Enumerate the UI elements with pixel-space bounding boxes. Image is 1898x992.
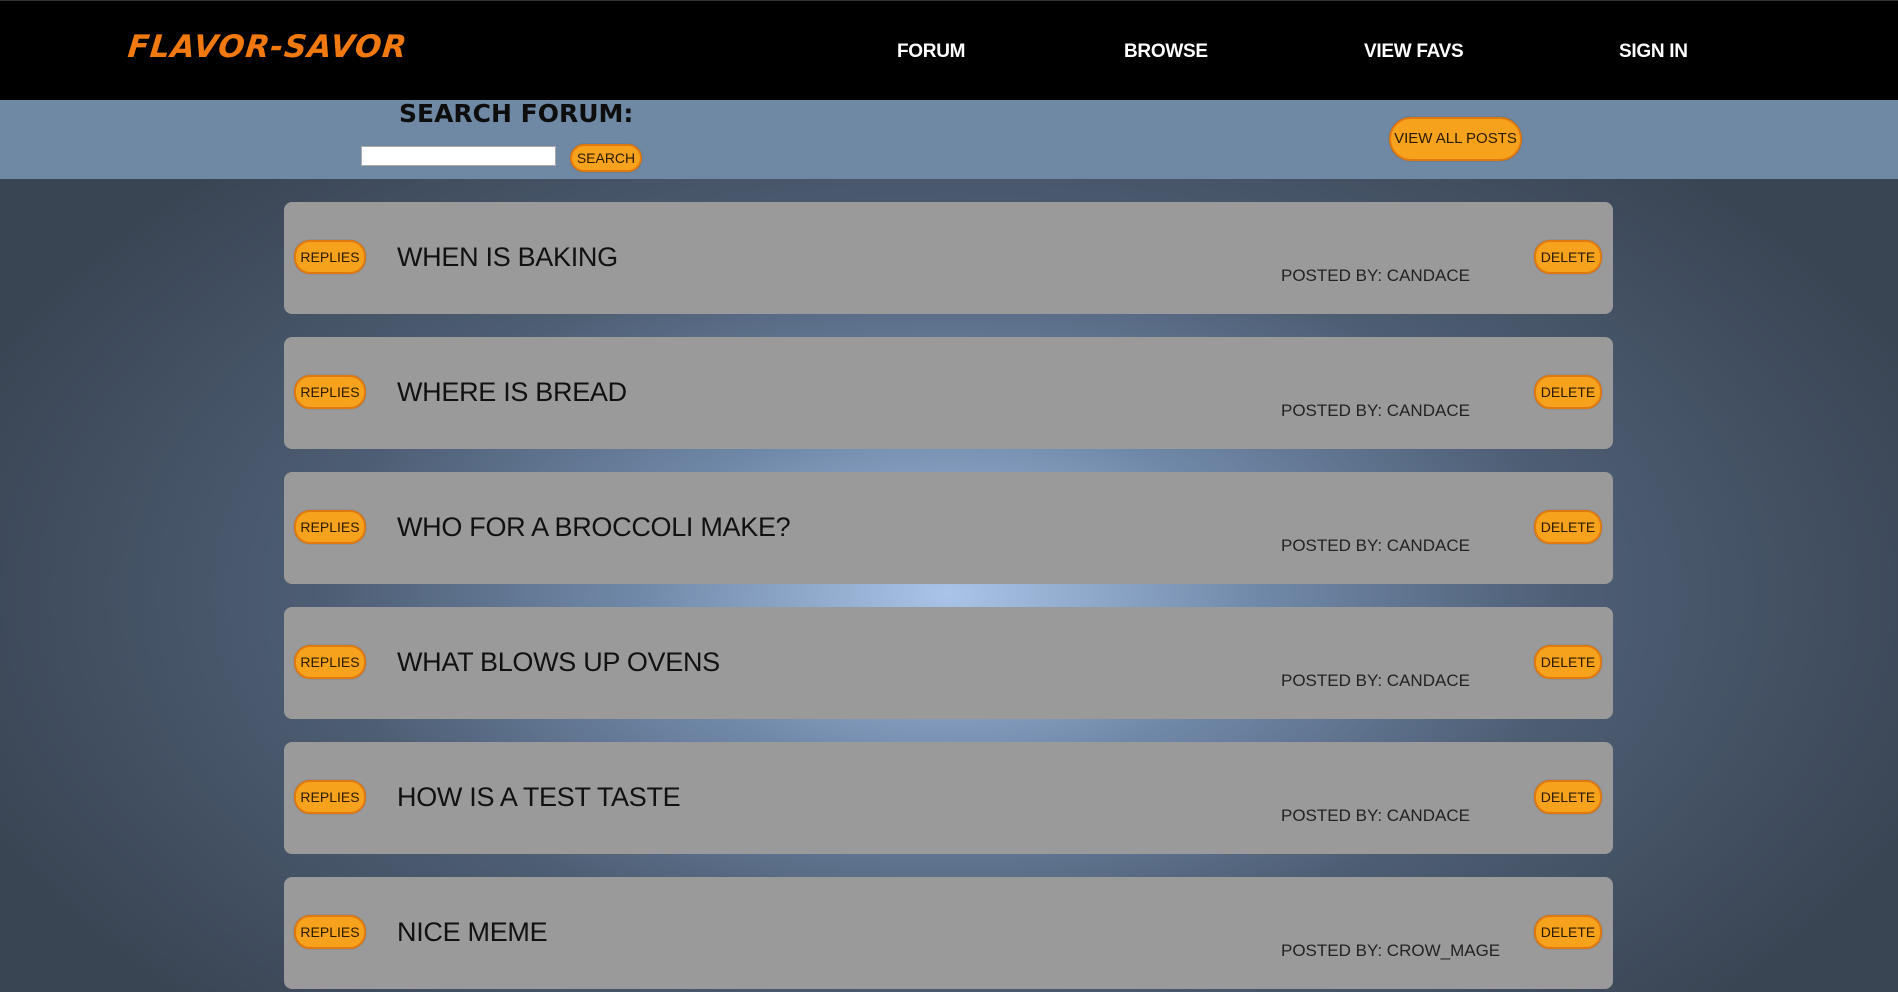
search-button[interactable]: SEARCH	[570, 144, 642, 172]
site-logo[interactable]: FLAVOR-SAVOR	[126, 29, 409, 65]
top-navbar: FLAVOR-SAVOR FORUM BROWSE VIEW FAVS SIGN…	[0, 0, 1898, 101]
post-author: POSTED BY: CANDACE	[1281, 671, 1470, 690]
delete-button[interactable]: DELETE	[1534, 780, 1602, 814]
post-card: REPLIES NICE MEME POSTED BY: CROW_MAGE D…	[284, 877, 1613, 989]
post-card: REPLIES WHO FOR A BROCCOLI MAKE? POSTED …	[284, 472, 1613, 584]
replies-button[interactable]: REPLIES	[294, 780, 366, 814]
replies-button[interactable]: REPLIES	[294, 240, 366, 274]
search-forum-title: SEARCH FORUM:	[399, 99, 634, 128]
post-card: REPLIES WHAT BLOWS UP OVENS POSTED BY: C…	[284, 607, 1613, 719]
nav-forum[interactable]: FORUM	[897, 41, 965, 63]
post-card: REPLIES WHERE IS BREAD POSTED BY: CANDAC…	[284, 337, 1613, 449]
replies-button[interactable]: REPLIES	[294, 915, 366, 949]
post-title[interactable]: HOW IS A TEST TASTE	[397, 782, 681, 813]
delete-button[interactable]: DELETE	[1534, 915, 1602, 949]
post-title[interactable]: WHO FOR A BROCCOLI MAKE?	[397, 512, 791, 543]
post-author: POSTED BY: CROW_MAGE	[1281, 941, 1501, 960]
nav-view-favs[interactable]: VIEW FAVS	[1364, 41, 1464, 63]
view-all-posts-button[interactable]: VIEW ALL POSTS	[1389, 117, 1522, 161]
nav-sign-in[interactable]: SIGN IN	[1619, 41, 1688, 63]
post-author: POSTED BY: CANDACE	[1281, 806, 1470, 825]
post-title[interactable]: NICE MEME	[397, 917, 548, 948]
search-input[interactable]	[361, 146, 556, 166]
delete-button[interactable]: DELETE	[1534, 375, 1602, 409]
replies-button[interactable]: REPLIES	[294, 510, 366, 544]
post-title[interactable]: WHERE IS BREAD	[397, 377, 627, 408]
replies-button[interactable]: REPLIES	[294, 645, 366, 679]
delete-button[interactable]: DELETE	[1534, 510, 1602, 544]
post-author: POSTED BY: CANDACE	[1281, 401, 1470, 420]
post-title[interactable]: WHEN IS BAKING	[397, 242, 618, 273]
post-card: REPLIES WHEN IS BAKING POSTED BY: CANDAC…	[284, 202, 1613, 314]
delete-button[interactable]: DELETE	[1534, 240, 1602, 274]
post-author: POSTED BY: CANDACE	[1281, 266, 1470, 285]
nav-browse[interactable]: BROWSE	[1124, 41, 1208, 63]
post-card: REPLIES HOW IS A TEST TASTE POSTED BY: C…	[284, 742, 1613, 854]
replies-button[interactable]: REPLIES	[294, 375, 366, 409]
delete-button[interactable]: DELETE	[1534, 645, 1602, 679]
post-author: POSTED BY: CANDACE	[1281, 536, 1470, 555]
post-title[interactable]: WHAT BLOWS UP OVENS	[397, 647, 720, 678]
search-bar	[0, 100, 1898, 179]
